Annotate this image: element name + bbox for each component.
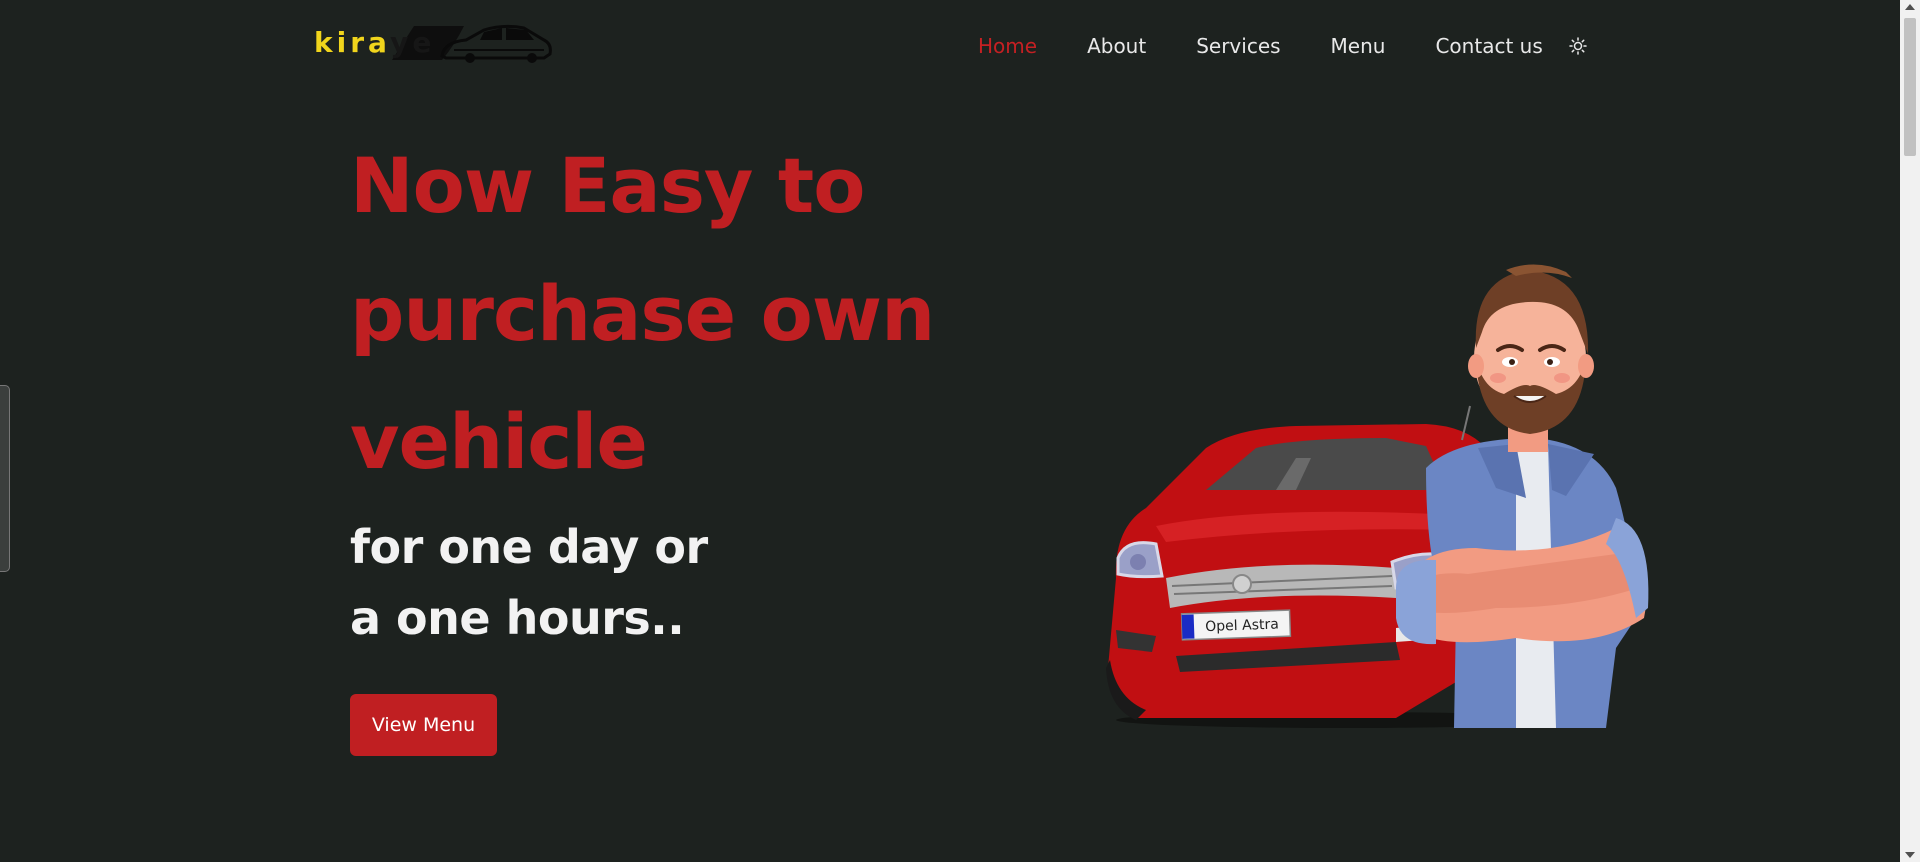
logo-text: kiraye — [314, 26, 435, 59]
logo-text-part1: kira — [314, 26, 391, 59]
page: kiraye Home About Services Menu Contact … — [0, 0, 1920, 862]
scroll-down-arrow-icon[interactable] — [1905, 852, 1915, 858]
hero-title-line: purchase own — [350, 269, 935, 358]
main-nav: Home About Services Menu Contact us — [978, 30, 1587, 62]
nav-link-contact[interactable]: Contact us — [1435, 34, 1542, 58]
hero-subtitle-line: a one hours.. — [350, 591, 685, 645]
scroll-up-arrow-icon[interactable] — [1905, 4, 1915, 10]
nav-link-about[interactable]: About — [1087, 34, 1146, 58]
logo[interactable]: kiraye — [314, 18, 554, 66]
nav-link-services[interactable]: Services — [1196, 34, 1280, 58]
nav-link-home[interactable]: Home — [978, 34, 1037, 58]
sun-icon[interactable] — [1568, 37, 1587, 55]
plate-text: Opel Astra — [1205, 617, 1279, 636]
hero-title-line: Now Easy to — [350, 141, 865, 230]
hero-title-line: vehicle — [350, 397, 648, 486]
side-panel-handle[interactable] — [0, 385, 10, 572]
hero-subtitle-line: for one day or — [350, 520, 708, 574]
page-scrollbar[interactable] — [1900, 0, 1920, 862]
scroll-thumb[interactable] — [1904, 18, 1916, 156]
nav-link-menu[interactable]: Menu — [1331, 34, 1386, 58]
logo-text-part2: ye — [390, 26, 436, 59]
hero-illustration: Opel Astra — [1106, 264, 1649, 728]
hero-subtitle: for one day or a one hours.. — [350, 512, 708, 654]
hero-title: Now Easy to purchase own vehicle — [350, 122, 970, 506]
view-menu-button[interactable]: View Menu — [350, 694, 497, 756]
